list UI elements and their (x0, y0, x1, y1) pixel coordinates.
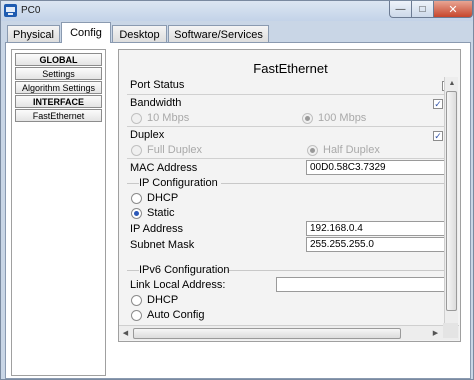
duplex-label: Duplex (130, 129, 165, 141)
config-nav: GLOBAL Settings Algorithm Settings INTER… (11, 49, 106, 376)
nav-settings[interactable]: Settings (15, 67, 102, 80)
bandwidth-100-radio[interactable] (302, 113, 313, 124)
subnet-mask-field[interactable]: 255.255.255.0 (306, 237, 456, 252)
bandwidth-10-radio[interactable] (131, 113, 142, 124)
ip-address-label: IP Address (130, 223, 183, 235)
close-button[interactable]: ✕ (433, 1, 473, 18)
minimize-icon: — (395, 3, 406, 15)
fieldset-border (221, 183, 449, 184)
horizontal-scroll-thumb[interactable] (133, 328, 401, 339)
fieldset-border (127, 183, 139, 184)
nav-algorithm-settings[interactable]: Algorithm Settings (15, 81, 102, 94)
ipv4-static-label: Static (147, 207, 175, 219)
ipv6-auto-config-label: Auto Config (147, 309, 205, 321)
interface-title: FastEthernet (253, 61, 328, 76)
mac-address-field[interactable]: 00D0.58C3.7329 (306, 160, 456, 175)
divider (127, 158, 447, 159)
port-status-label: Port Status (130, 79, 185, 91)
minimize-button[interactable]: — (389, 1, 411, 18)
divider (127, 94, 447, 95)
ip-address-field[interactable]: 192.168.0.4 (306, 221, 456, 236)
ipv6-dhcp-label: DHCP (147, 294, 179, 306)
tab-software-services[interactable]: Software/Services (168, 25, 269, 43)
fieldset-border (127, 270, 139, 271)
vertical-scroll-thumb[interactable] (446, 91, 457, 311)
maximize-icon: □ (419, 3, 426, 15)
bandwidth-100-label: 100 Mbps (318, 112, 367, 124)
ip-configuration-title: IP Configuration (139, 177, 218, 189)
ipv4-dhcp-radio[interactable] (131, 193, 142, 204)
packet-tracer-pc-icon (4, 4, 17, 17)
nav-global-header[interactable]: GLOBAL (15, 53, 102, 66)
bandwidth-label: Bandwidth (130, 97, 182, 109)
ipv6-configuration-title: IPv6 Configuration (139, 264, 230, 276)
ipv6-dhcp-radio[interactable] (131, 295, 142, 306)
ipv4-dhcp-label: DHCP (147, 192, 179, 204)
full-duplex-label: Full Duplex (147, 144, 203, 156)
scroll-left-icon[interactable]: ◀ (119, 327, 132, 340)
link-local-address-field[interactable] (276, 277, 456, 292)
half-duplex-label: Half Duplex (323, 144, 380, 156)
ipv4-static-radio[interactable] (131, 208, 142, 219)
window-title: PC0 (21, 5, 41, 16)
tab-config[interactable]: Config (61, 22, 111, 43)
pc0-window: PC0 — □ ✕ Physical Config Desktop Softwa… (0, 0, 474, 380)
close-icon: ✕ (448, 3, 458, 16)
maximize-button[interactable]: □ (411, 1, 433, 18)
tab-desktop[interactable]: Desktop (112, 25, 167, 43)
tab-physical[interactable]: Physical (7, 25, 60, 43)
bandwidth-10-label: 10 Mbps (147, 112, 190, 124)
duplex-auto-checkbox[interactable]: ✓ (433, 131, 443, 141)
ipv6-auto-config-radio[interactable] (131, 310, 142, 321)
horizontal-scrollbar[interactable]: ◀ ▶ (119, 325, 459, 340)
interface-settings-area: FastEthernet Port Status Bandwidth ✓ 10 … (118, 49, 461, 342)
mac-address-label: MAC Address (130, 162, 198, 174)
link-local-address-label: Link Local Address: (130, 279, 226, 291)
nav-interface-header[interactable]: INTERFACE (15, 95, 102, 108)
subnet-mask-label: Subnet Mask (130, 239, 195, 251)
bandwidth-auto-checkbox[interactable]: ✓ (433, 99, 443, 109)
scroll-corner (443, 323, 458, 338)
title-bar[interactable]: PC0 — □ ✕ (1, 1, 473, 21)
divider (127, 126, 447, 127)
half-duplex-radio[interactable] (307, 145, 318, 156)
scroll-up-icon[interactable]: ▲ (445, 77, 459, 90)
tab-bar: Physical Config Desktop Software/Service… (5, 22, 471, 43)
nav-fastethernet[interactable]: FastEthernet (15, 109, 102, 122)
scroll-right-icon[interactable]: ▶ (429, 327, 442, 340)
full-duplex-radio[interactable] (131, 145, 142, 156)
fieldset-border (229, 270, 449, 271)
vertical-scrollbar[interactable]: ▲ (444, 77, 458, 340)
